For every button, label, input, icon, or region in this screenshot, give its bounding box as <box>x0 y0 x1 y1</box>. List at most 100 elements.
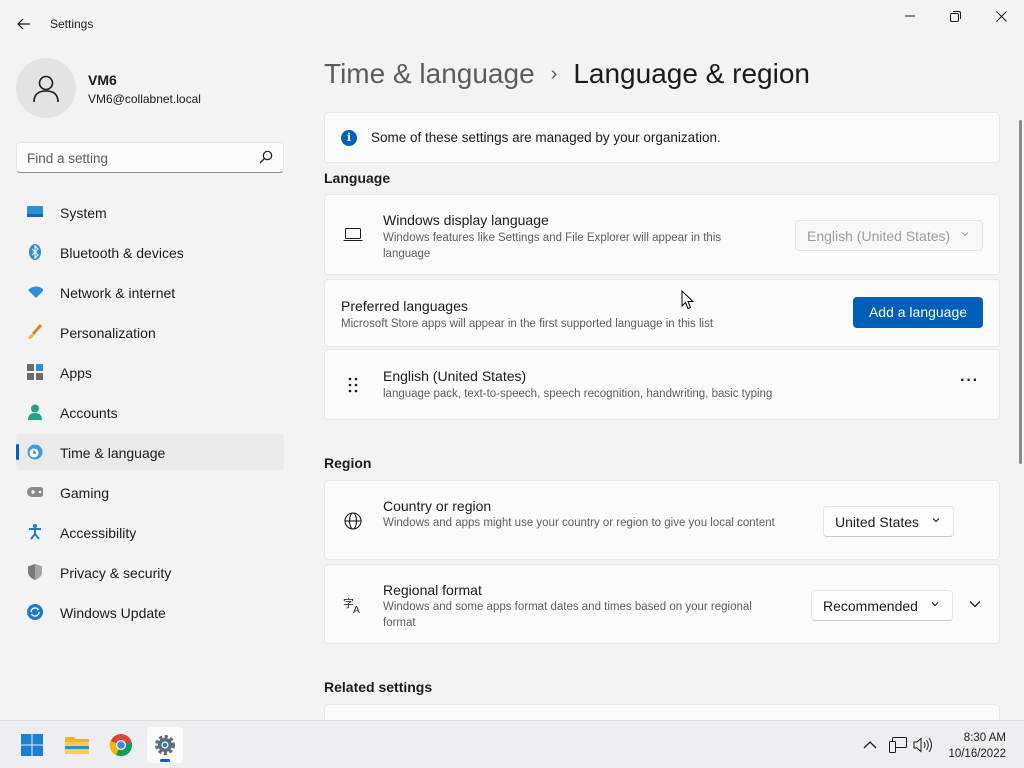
taskbar-chrome[interactable] <box>103 727 139 763</box>
breadcrumb-parent[interactable]: Time & language <box>324 58 535 89</box>
installed-language-title: English (United States) <box>383 368 527 384</box>
sidebar-item-windows-update[interactable]: Windows Update <box>16 594 284 630</box>
sidebar-item-network[interactable]: Network & internet <box>16 274 284 310</box>
country-value: United States <box>835 514 920 530</box>
sidebar-item-label: Network & internet <box>60 285 176 301</box>
windows-start-icon <box>21 734 43 756</box>
shield-icon <box>27 564 43 580</box>
country-region-card: Country or region Windows and apps might… <box>324 480 1000 560</box>
title-bar: Settings <box>0 0 1024 48</box>
sidebar-item-personalization[interactable]: Personalization <box>16 314 284 350</box>
country-dropdown[interactable]: United States <box>823 506 954 537</box>
globe-icon <box>343 511 363 531</box>
restore-icon <box>949 10 961 22</box>
country-region-desc: Windows and apps might use your country … <box>383 517 775 529</box>
clock[interactable]: 8:30 AM 10/16/2022 <box>948 730 1006 762</box>
mouse-cursor-icon <box>681 290 695 310</box>
regional-format-card[interactable]: 字A Regional format Windows and some apps… <box>324 564 1000 644</box>
bluetooth-icon <box>27 244 43 260</box>
brush-icon <box>27 324 43 340</box>
section-title-related: Related settings <box>324 679 433 695</box>
sidebar-item-accessibility[interactable]: Accessibility <box>16 514 284 550</box>
display-language-title: Windows display language <box>383 212 549 228</box>
network-icon[interactable] <box>888 735 908 755</box>
search-input[interactable]: Find a setting <box>16 142 284 173</box>
expand-chevron-icon[interactable] <box>968 598 982 610</box>
system-icon <box>27 204 43 220</box>
sidebar-item-label: Gaming <box>60 485 110 501</box>
apps-icon <box>27 364 43 380</box>
more-options-button[interactable]: ··· <box>960 372 979 390</box>
breadcrumb: Time & language › Language & region <box>324 58 810 94</box>
sidebar-item-label: Privacy & security <box>60 565 172 581</box>
back-arrow-icon <box>17 18 30 30</box>
laptop-icon <box>343 225 363 245</box>
add-language-button[interactable]: Add a language <box>853 297 983 328</box>
wifi-icon <box>27 284 43 300</box>
sidebar-item-system[interactable]: System <box>16 194 284 230</box>
chevron-down-icon <box>961 232 969 237</box>
back-button[interactable] <box>10 12 38 36</box>
close-icon <box>995 10 1007 22</box>
minimize-button[interactable] <box>887 4 933 28</box>
time-language-icon <box>27 444 43 460</box>
sidebar-item-label: Bluetooth & devices <box>60 245 184 261</box>
update-icon <box>27 604 43 620</box>
user-email: VM6@collabnet.local <box>88 92 201 106</box>
restore-button[interactable] <box>932 4 978 28</box>
installed-language-row: English (United States) language pack, t… <box>324 349 1000 420</box>
user-name: VM6 <box>88 72 117 88</box>
sidebar-item-label: Personalization <box>60 325 156 341</box>
minimize-icon <box>905 15 915 17</box>
search-icon <box>259 150 273 164</box>
settings-icon <box>155 735 175 755</box>
sidebar-item-gaming[interactable]: Gaming <box>16 474 284 510</box>
sidebar-item-apps[interactable]: Apps <box>16 354 284 390</box>
file-explorer-icon <box>65 737 89 754</box>
display-language-desc: Windows features like Settings and File … <box>383 232 722 260</box>
regional-format-value: Recommended <box>823 598 918 614</box>
taskbar: 8:30 AM 10/16/2022 <box>0 720 1024 768</box>
sidebar-item-privacy[interactable]: Privacy & security <box>16 554 284 590</box>
section-title-language: Language <box>324 170 391 186</box>
section-title-region: Region <box>324 455 372 471</box>
breadcrumb-separator-icon: › <box>550 63 558 85</box>
close-button[interactable] <box>978 4 1024 28</box>
sidebar-item-label: Accounts <box>60 405 118 421</box>
tray-overflow-icon[interactable] <box>860 735 880 755</box>
page-title: Language & region <box>573 58 810 89</box>
regional-format-dropdown[interactable]: Recommended <box>811 590 953 621</box>
clock-time: 8:30 AM <box>963 732 1006 744</box>
clock-date: 10/16/2022 <box>948 748 1006 760</box>
drag-handle-icon[interactable] <box>343 375 363 395</box>
app-title: Settings <box>50 17 94 31</box>
scrollbar[interactable] <box>1019 120 1022 464</box>
sidebar-item-accounts[interactable]: Accounts <box>16 394 284 430</box>
sidebar-item-label: Windows Update <box>60 605 166 621</box>
display-language-dropdown[interactable]: English (United States) <box>795 220 983 251</box>
sidebar-nav: System Bluetooth & devices Network & int… <box>16 194 284 634</box>
managed-info-banner: i Some of these settings are managed by … <box>324 112 1000 163</box>
user-icon <box>33 75 59 103</box>
preferred-languages-card: Preferred languages Microsoft Store apps… <box>324 279 1000 347</box>
accounts-icon <box>27 404 43 420</box>
sidebar-item-bluetooth[interactable]: Bluetooth & devices <box>16 234 284 270</box>
svg-text:A: A <box>353 605 360 614</box>
taskbar-file-explorer[interactable] <box>59 727 95 763</box>
language-format-icon: 字A <box>343 595 363 615</box>
accessibility-icon <box>27 524 43 540</box>
display-language-card: Windows display language Windows feature… <box>324 194 1000 275</box>
sidebar-item-label: Time & language <box>60 445 166 461</box>
start-button[interactable] <box>14 727 50 763</box>
sidebar-item-label: Accessibility <box>60 525 137 541</box>
sidebar-item-label: Apps <box>60 365 92 381</box>
regional-format-title: Regional format <box>383 582 482 598</box>
gamepad-icon <box>27 484 43 500</box>
volume-icon[interactable] <box>913 735 933 755</box>
sidebar-item-time-language[interactable]: Time & language <box>16 434 284 470</box>
chevron-down-icon <box>931 602 939 607</box>
search-placeholder: Find a setting <box>27 151 109 166</box>
taskbar-settings[interactable] <box>147 727 183 763</box>
user-profile[interactable]: VM6 VM6@collabnet.local <box>16 58 296 118</box>
sidebar-item-label: System <box>60 205 107 221</box>
